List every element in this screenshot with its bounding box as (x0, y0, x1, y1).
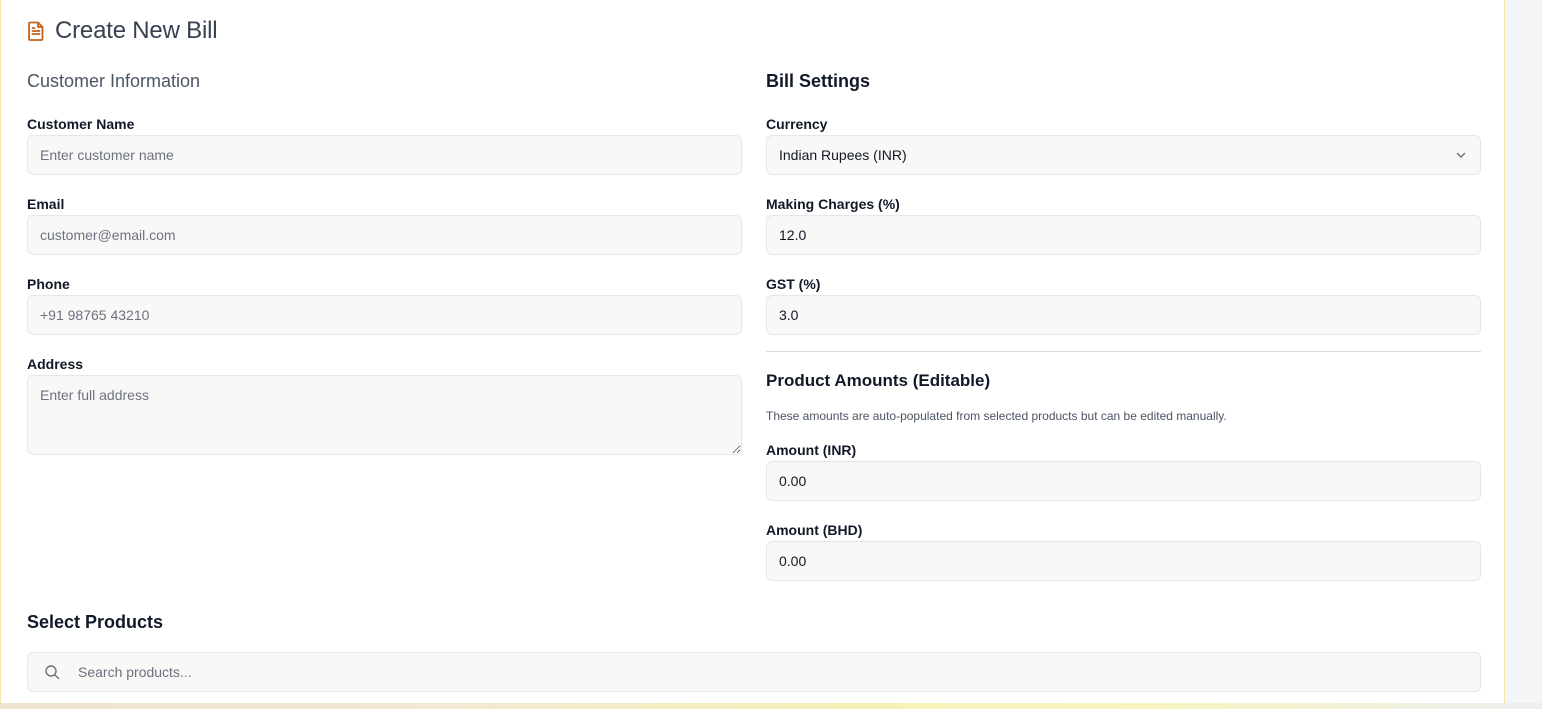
address-textarea[interactable] (27, 375, 742, 455)
document-icon (27, 21, 45, 41)
making-charges-label: Making Charges (%) (766, 196, 900, 212)
chevron-down-icon (1454, 148, 1468, 162)
currency-selected-value: Indian Rupees (INR) (779, 147, 907, 163)
gst-field: GST (%) (766, 274, 1481, 335)
amount-inr-field: Amount (INR) (766, 440, 1481, 501)
amount-bhd-input[interactable] (766, 541, 1481, 581)
customer-name-field: Customer Name (27, 114, 742, 175)
address-field: Address (27, 354, 742, 455)
product-amounts-helper: These amounts are auto-populated from se… (766, 409, 1227, 423)
gst-input[interactable] (766, 295, 1481, 335)
address-label: Address (27, 356, 84, 372)
phone-label: Phone (27, 276, 70, 292)
customer-name-input[interactable] (27, 135, 742, 175)
currency-select[interactable]: Indian Rupees (INR) (766, 135, 1481, 175)
email-input[interactable] (27, 215, 742, 255)
bottom-background (0, 703, 1542, 709)
search-icon (44, 664, 60, 680)
phone-input[interactable] (27, 295, 742, 335)
right-background (1505, 0, 1542, 709)
amount-inr-label: Amount (INR) (766, 442, 857, 458)
product-search-box[interactable] (27, 652, 1481, 692)
currency-field: Currency Indian Rupees (INR) (766, 114, 1481, 175)
amount-bhd-label: Amount (BHD) (766, 522, 863, 538)
page-title: Create New Bill (55, 17, 218, 44)
making-charges-field: Making Charges (%) (766, 194, 1481, 255)
select-products-title: Select Products (27, 612, 164, 632)
bill-settings-section: Bill Settings Currency Indian Rupees (IN… (766, 66, 1481, 581)
customer-information-section: Customer Information Customer Name Email… (27, 66, 742, 455)
making-charges-input[interactable] (766, 215, 1481, 255)
create-bill-card: Create New Bill Customer Information Cus… (0, 0, 1505, 703)
email-field: Email (27, 194, 742, 255)
product-amounts-title: Product Amounts (Editable) (766, 371, 991, 390)
product-search-input[interactable] (76, 653, 1480, 691)
currency-label: Currency (766, 116, 828, 132)
email-label: Email (27, 196, 65, 212)
phone-field: Phone (27, 274, 742, 335)
customer-information-title: Customer Information (27, 71, 201, 91)
amount-inr-input[interactable] (766, 461, 1481, 501)
customer-name-label: Customer Name (27, 116, 135, 132)
bill-settings-title: Bill Settings (766, 71, 871, 91)
page-header: Create New Bill (27, 14, 218, 48)
amount-bhd-field: Amount (BHD) (766, 520, 1481, 581)
gst-label: GST (%) (766, 276, 821, 292)
